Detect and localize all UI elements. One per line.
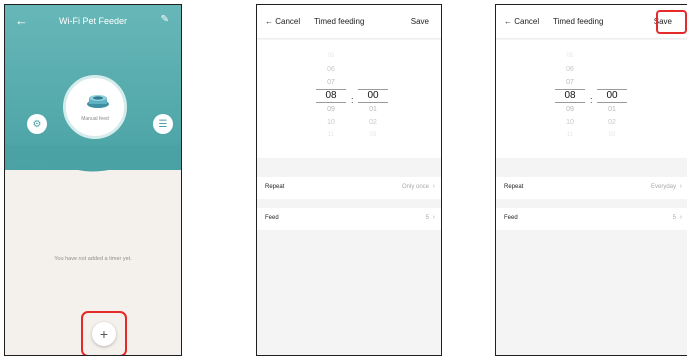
hour-selected[interactable]: 08 <box>316 89 346 103</box>
page-title: Timed feeding <box>314 17 365 26</box>
hour-option[interactable]: 07 <box>555 76 585 89</box>
save-button-highlight <box>656 10 687 34</box>
repeat-value: Everyday <box>650 184 676 190</box>
minute-option[interactable]: 01 <box>358 103 388 116</box>
settings-button[interactable]: ⚙ <box>27 114 47 134</box>
hour-option[interactable]: 07 <box>316 76 346 89</box>
edit-pencil-icon[interactable]: ✎ <box>161 14 169 25</box>
minute-option[interactable]: 03 <box>597 129 627 142</box>
chevron-right-icon: › <box>432 214 435 221</box>
plus-icon: + <box>99 326 109 342</box>
minute-wheel[interactable]: 00 01 02 03 <box>597 89 627 142</box>
feeder-bowl-icon <box>87 95 109 108</box>
minute-option[interactable]: 02 <box>358 116 388 129</box>
minute-option[interactable]: 03 <box>358 129 388 142</box>
hour-option[interactable]: 05 <box>555 50 585 63</box>
hour-option[interactable]: 10 <box>316 116 346 129</box>
hour-option[interactable]: 09 <box>316 103 346 116</box>
repeat-row[interactable]: Repeat Only once › <box>257 177 441 199</box>
feed-label: Feed <box>504 215 518 221</box>
repeat-label: Repeat <box>265 184 285 190</box>
minute-option[interactable]: 01 <box>597 103 627 116</box>
feed-value: 5 <box>425 215 429 221</box>
page-title: Wi-Fi Pet Feeder <box>58 16 127 26</box>
minute-wheel[interactable]: 00 01 02 03 <box>358 89 388 142</box>
repeat-value: Only once <box>401 184 429 190</box>
feed-value: 5 <box>672 215 676 221</box>
hour-option[interactable]: 05 <box>316 50 346 63</box>
feed-row[interactable]: Feed 5 › <box>257 208 441 230</box>
minute-selected[interactable]: 00 <box>358 89 388 103</box>
top-bar: ← Cancel Timed feeding Save <box>257 5 441 39</box>
hour-option[interactable]: 10 <box>555 116 585 129</box>
hour-option[interactable]: 11 <box>316 129 346 142</box>
cancel-button[interactable]: ← Cancel <box>504 17 539 26</box>
hour-wheel[interactable]: 05 06 07 08 09 10 11 <box>555 50 585 142</box>
hour-option[interactable]: 06 <box>555 63 585 76</box>
manual-feed-button[interactable]: Manual feed <box>63 75 127 139</box>
add-timer-button[interactable]: + <box>92 322 116 346</box>
manual-feed-label: Manual feed <box>81 116 109 122</box>
header-wave <box>5 145 181 172</box>
gear-icon: ⚙ <box>32 118 42 130</box>
chevron-right-icon: › <box>679 183 682 190</box>
chevron-right-icon: › <box>432 183 435 190</box>
chevron-right-icon: › <box>679 214 682 221</box>
pet-feeder-home-screen: ← Wi-Fi Pet Feeder ✎ ⚙ Manual feed ☰ You… <box>4 4 182 356</box>
repeat-row[interactable]: Repeat Everyday › <box>496 177 687 199</box>
feed-row[interactable]: Feed 5 › <box>496 208 687 230</box>
minute-option[interactable]: 02 <box>597 116 627 129</box>
cancel-button[interactable]: ← Cancel <box>265 17 300 26</box>
hour-selected[interactable]: 08 <box>555 89 585 103</box>
hour-wheel[interactable]: 05 06 07 08 09 10 11 <box>316 50 346 142</box>
feeding-records-button[interactable]: ☰ <box>153 114 173 134</box>
save-button[interactable]: Save <box>411 17 429 26</box>
timed-feeding-screen-everyday: ← Cancel Timed feeding Save 05 06 07 08 … <box>495 4 687 356</box>
time-picker: 05 06 07 08 09 10 11 : 00 01 02 03 <box>257 40 441 158</box>
page-title: Timed feeding <box>553 17 604 26</box>
minute-selected[interactable]: 00 <box>597 89 627 103</box>
hour-option[interactable]: 06 <box>316 63 346 76</box>
feed-label: Feed <box>265 215 279 221</box>
empty-timer-message: You have not added a timer yet. <box>54 256 132 262</box>
time-picker: 05 06 07 08 09 10 11 : 00 01 02 03 <box>496 40 687 158</box>
list-icon: ☰ <box>158 118 168 130</box>
time-separator: : <box>590 95 593 105</box>
repeat-label: Repeat <box>504 184 524 190</box>
timed-feeding-screen-once: ← Cancel Timed feeding Save 05 06 07 08 … <box>256 4 442 356</box>
time-separator: : <box>351 95 354 105</box>
hour-option[interactable]: 09 <box>555 103 585 116</box>
hour-option[interactable]: 11 <box>555 129 585 142</box>
